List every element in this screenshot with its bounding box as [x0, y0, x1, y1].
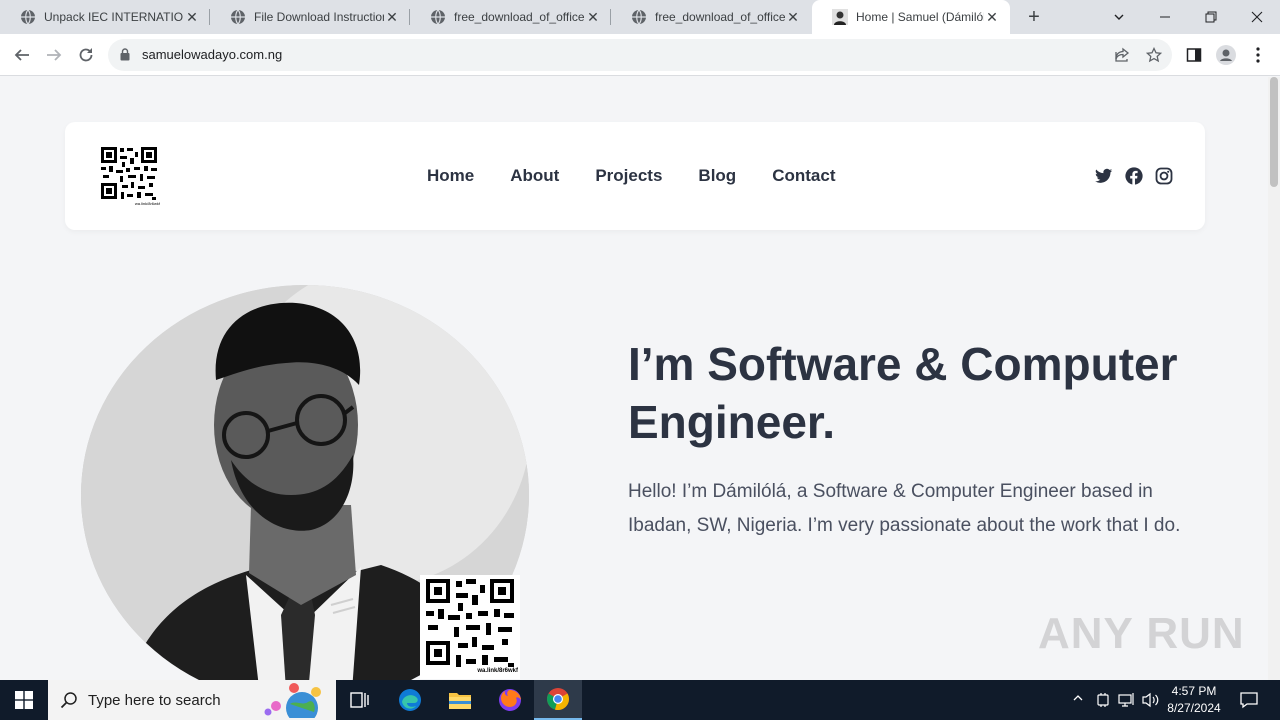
browser-tab[interactable]: free_download_of_office ✕ [611, 0, 811, 34]
browser-tab-strip: Unpack IEC INTERNATIONAL ✕ File Download… [0, 0, 1280, 34]
main-nav: Home About Projects Blog Contact [427, 166, 871, 186]
show-hidden-icons-chevron-icon[interactable] [1072, 692, 1084, 707]
share-icon[interactable] [1114, 47, 1130, 63]
search-highlight-globe-icon [260, 682, 332, 720]
address-bar[interactable]: samuelowadayo.com.ng [108, 39, 1172, 71]
browser-tab[interactable]: Unpack IEC INTERNATIONAL ✕ [0, 0, 210, 34]
firefox-icon[interactable] [486, 680, 534, 720]
hero-title: I’m Software & Computer Engineer. [628, 338, 1178, 448]
nav-home[interactable]: Home [427, 166, 474, 186]
search-icon [60, 691, 78, 714]
device-tray-icon[interactable] [1096, 692, 1110, 711]
edge-browser-icon[interactable] [386, 680, 434, 720]
new-tab-button[interactable]: + [1022, 5, 1046, 29]
globe-icon [230, 9, 246, 25]
profile-photo-favicon-icon [832, 9, 848, 25]
globe-icon [430, 9, 446, 25]
nav-about[interactable]: About [510, 166, 559, 186]
system-clock[interactable]: 4:57 PM 8/27/2024 [1158, 683, 1230, 717]
task-view-icon[interactable] [336, 680, 384, 720]
tab-title: File Download Instructions [254, 10, 384, 24]
tab-title: Unpack IEC INTERNATIONAL [44, 10, 184, 24]
facebook-icon[interactable] [1125, 167, 1143, 185]
page-viewport: wa.link/8r6wkf Home About Projects Blog … [0, 77, 1268, 680]
nav-blog[interactable]: Blog [698, 166, 736, 186]
tab-title: Home | Samuel (Dámilólá) [856, 10, 984, 24]
browser-tab-active[interactable]: Home | Samuel (Dámilólá) ✕ [812, 0, 1010, 34]
side-panel-icon[interactable] [1184, 45, 1204, 65]
minimize-button[interactable] [1142, 0, 1188, 34]
twitter-icon[interactable] [1095, 167, 1113, 185]
nav-contact[interactable]: Contact [772, 166, 835, 186]
nav-projects[interactable]: Projects [595, 166, 662, 186]
qr-code-image[interactable]: wa.link/8r6wkf [420, 575, 520, 679]
globe-icon [20, 9, 36, 25]
more-menu-icon[interactable] [1248, 45, 1268, 65]
browser-toolbar: samuelowadayo.com.ng [0, 34, 1280, 76]
profile-avatar-icon[interactable] [1216, 45, 1236, 65]
instagram-icon[interactable] [1155, 167, 1173, 185]
close-tab-icon[interactable]: ✕ [785, 9, 801, 25]
search-placeholder: Type here to search [88, 692, 221, 709]
browser-tab[interactable]: File Download Instructions ✕ [210, 0, 410, 34]
browser-tab[interactable]: free_download_of_office ✕ [410, 0, 611, 34]
restore-button[interactable] [1188, 0, 1234, 34]
clock-time: 4:57 PM [1171, 684, 1217, 698]
notifications-icon[interactable] [1240, 691, 1258, 712]
file-explorer-icon[interactable] [436, 680, 484, 720]
close-window-button[interactable] [1234, 0, 1280, 34]
taskbar-search-box[interactable]: Type here to search [48, 680, 336, 720]
close-tab-icon[interactable]: ✕ [984, 9, 1000, 25]
page-scrollbar[interactable] [1268, 77, 1280, 680]
tab-search-chevron-icon[interactable] [1096, 0, 1142, 34]
bookmark-star-icon[interactable] [1145, 46, 1163, 63]
reload-button[interactable] [72, 41, 100, 69]
windows-start-button[interactable] [0, 680, 48, 720]
close-tab-icon[interactable]: ✕ [384, 9, 400, 25]
anyrun-watermark: ANY RUN [1038, 609, 1245, 658]
close-tab-icon[interactable]: ✕ [184, 9, 200, 25]
hero-description: Hello! I’m Dámilólá, a Software & Comput… [628, 481, 1181, 536]
qr-code-logo[interactable]: wa.link/8r6wkf [100, 146, 160, 208]
close-tab-icon[interactable]: ✕ [585, 9, 601, 25]
tab-title: free_download_of_office [655, 10, 785, 24]
url-text: samuelowadayo.com.ng [142, 47, 283, 62]
clock-date: 8/27/2024 [1167, 701, 1221, 715]
forward-button[interactable] [40, 41, 68, 69]
globe-icon [631, 9, 647, 25]
qr-caption: wa.link/8r6wkf [477, 668, 518, 674]
logo-caption: wa.link/8r6wkf [134, 201, 160, 206]
network-icon[interactable] [1118, 692, 1136, 711]
lock-icon[interactable] [120, 48, 130, 66]
chrome-icon[interactable] [534, 680, 582, 720]
tab-title: free_download_of_office [454, 10, 585, 24]
site-header: wa.link/8r6wkf Home About Projects Blog … [65, 122, 1205, 230]
windows-taskbar: Type here to search 4:57 PM 8/27/2024 [0, 680, 1280, 720]
scrollbar-thumb[interactable] [1270, 77, 1278, 187]
back-button[interactable] [8, 41, 36, 69]
